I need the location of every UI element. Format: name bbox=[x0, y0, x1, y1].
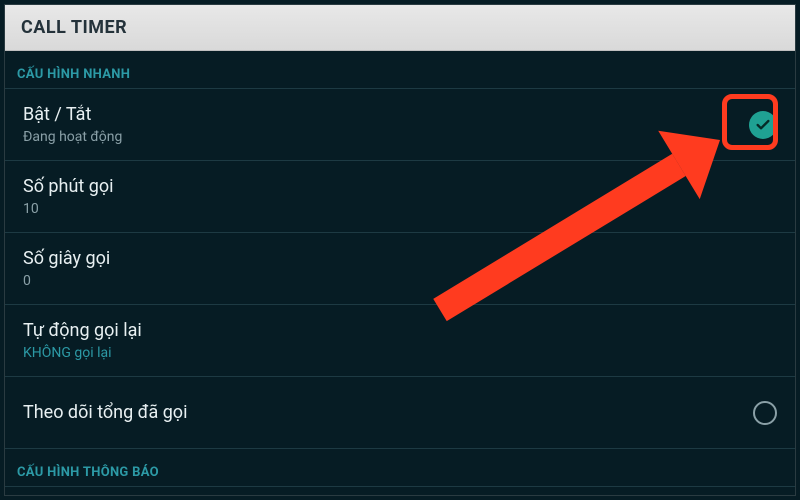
row-value: 0 bbox=[23, 273, 777, 289]
row-toggle-on-off[interactable]: Bật / Tắt Đang hoạt động bbox=[5, 89, 795, 161]
row-title: Bật / Tắt bbox=[23, 104, 737, 125]
app-title: CALL TIMER bbox=[21, 17, 127, 38]
row-texts: Số giây gọi 0 bbox=[23, 248, 777, 289]
row-subtitle: KHÔNG gọi lại bbox=[23, 345, 777, 361]
row-texts: Bật / Tắt Đang hoạt động bbox=[23, 104, 737, 145]
row-track-total[interactable]: Theo dõi tổng đã gọi bbox=[5, 377, 795, 449]
row-texts: Theo dõi tổng đã gọi bbox=[23, 402, 741, 423]
row-texts: Tự động gọi lại KHÔNG gọi lại bbox=[23, 320, 777, 361]
section-header-notify: CẤU HÌNH THÔNG BÁO bbox=[5, 449, 795, 487]
row-subtitle: Đang hoạt động bbox=[23, 129, 737, 145]
checkmark-circle-icon bbox=[749, 111, 777, 139]
settings-list: Bật / Tắt Đang hoạt động Số phút gọi 10 … bbox=[5, 89, 795, 449]
row-title: Số phút gọi bbox=[23, 176, 777, 197]
row-call-minutes[interactable]: Số phút gọi 10 bbox=[5, 161, 795, 233]
row-texts: Số phút gọi 10 bbox=[23, 176, 777, 217]
row-title: Số giây gọi bbox=[23, 248, 777, 269]
track-checkbox[interactable] bbox=[753, 401, 777, 425]
toggle-checkbox[interactable] bbox=[749, 111, 777, 139]
row-title: Tự động gọi lại bbox=[23, 320, 777, 341]
app-frame: CALL TIMER CẤU HÌNH NHANH Bật / Tắt Đang… bbox=[4, 4, 796, 496]
section-header-quick: CẤU HÌNH NHANH bbox=[5, 51, 795, 89]
row-auto-redial[interactable]: Tự động gọi lại KHÔNG gọi lại bbox=[5, 305, 795, 377]
row-title: Theo dõi tổng đã gọi bbox=[23, 402, 741, 423]
row-value: 10 bbox=[23, 201, 777, 217]
row-call-seconds[interactable]: Số giây gọi 0 bbox=[5, 233, 795, 305]
circle-outline-icon bbox=[753, 401, 777, 425]
app-header: CALL TIMER bbox=[5, 5, 795, 51]
